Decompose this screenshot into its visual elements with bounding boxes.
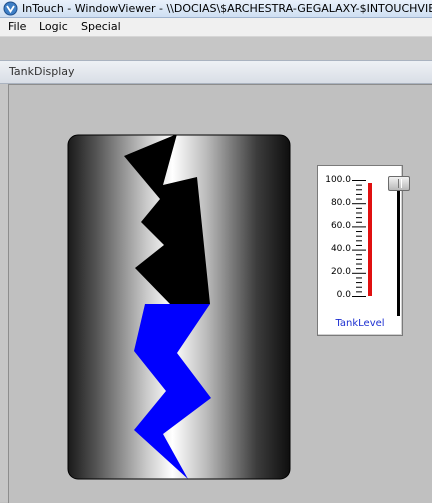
slider-caption: TankLevel — [335, 318, 385, 329]
menu-special[interactable]: Special — [78, 20, 124, 34]
tankdisplay-title: TankDisplay — [9, 65, 75, 78]
scale-label-100: 100.0 — [325, 175, 351, 185]
menu-file[interactable]: File — [5, 20, 29, 34]
scale-label-0: 0.0 — [336, 290, 351, 300]
scale-label-80: 80.0 — [330, 198, 351, 208]
tanklevel-slider-panel: 100.0 80.0 60.0 40.0 20.0 0.0 TankLevel — [317, 165, 410, 336]
scale-ticks — [352, 180, 366, 297]
tank-graphic — [67, 134, 291, 480]
window-titlebar[interactable]: InTouch - WindowViewer - \\DOCIAS\$ARCHE… — [0, 0, 432, 18]
slider-thumb[interactable] — [388, 176, 410, 191]
tank-svg — [67, 134, 291, 480]
level-bar-fill — [368, 183, 372, 296]
slider-thumb-grip — [398, 179, 402, 188]
menu-bar: File Logic Special — [0, 18, 432, 37]
slider-track[interactable] — [397, 178, 400, 316]
window-title: InTouch - WindowViewer - \\DOCIAS\$ARCHE… — [22, 2, 432, 15]
scale-label-40: 40.0 — [330, 244, 351, 254]
tankdisplay-titlebar[interactable]: TankDisplay — [0, 60, 432, 84]
scale-label-20: 20.0 — [330, 267, 351, 277]
menu-logic[interactable]: Logic — [36, 20, 71, 34]
intouch-app-icon — [3, 1, 18, 16]
scale-label-60: 60.0 — [330, 221, 351, 231]
